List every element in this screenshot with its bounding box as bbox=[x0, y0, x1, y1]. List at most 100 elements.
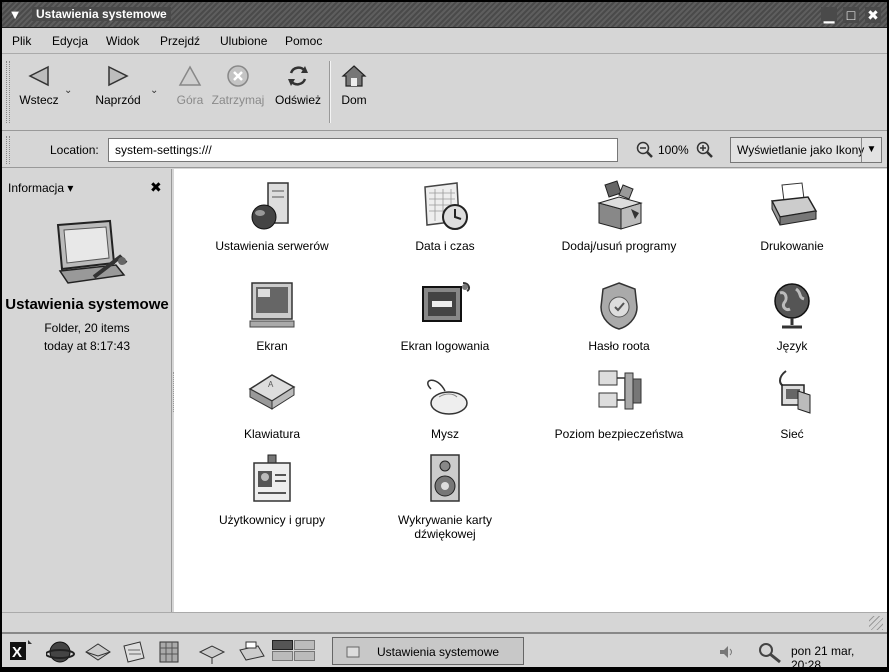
icon-item-server-settings[interactable]: Ustawienia serwerów bbox=[177, 179, 367, 253]
minimize-icon[interactable]: ▁ bbox=[821, 7, 837, 23]
view-mode-value: Wyświetlanie jako Ikony bbox=[737, 143, 865, 157]
svg-text:A: A bbox=[268, 380, 274, 389]
location-grip[interactable] bbox=[6, 136, 10, 164]
id-card-icon bbox=[253, 454, 291, 502]
security-level-icon bbox=[598, 370, 642, 410]
menu-view[interactable]: Widok bbox=[106, 34, 139, 48]
browser-launcher-icon[interactable] bbox=[46, 638, 76, 666]
printer-icon bbox=[770, 182, 818, 226]
forward-arrow-icon bbox=[108, 65, 129, 87]
location-label: Location: bbox=[50, 143, 99, 157]
icon-item-network[interactable]: Sieć bbox=[697, 367, 887, 441]
printer-launcher-icon[interactable] bbox=[236, 638, 266, 666]
reload-button[interactable]: Odśwież bbox=[272, 61, 324, 125]
impress-launcher-icon[interactable] bbox=[196, 638, 226, 666]
icon-item-users-groups[interactable]: Użytkownicy i grupy bbox=[177, 453, 367, 527]
mail-launcher-icon[interactable] bbox=[82, 638, 112, 666]
home-button[interactable]: Dom bbox=[336, 61, 372, 125]
icon-item-label: Poziom bezpieczeństwa bbox=[554, 427, 684, 441]
zoom-out-icon[interactable] bbox=[636, 141, 654, 159]
icon-item-add-remove-programs[interactable]: Dodaj/usuń programy bbox=[524, 179, 714, 253]
icon-item-date-time[interactable]: Data i czas bbox=[350, 179, 540, 253]
toolbar-separator bbox=[329, 61, 331, 123]
icon-item-label: Klawiatura bbox=[243, 427, 301, 441]
menu-edit[interactable]: Edycja bbox=[52, 34, 88, 48]
workspace-switcher[interactable] bbox=[272, 640, 316, 662]
menu-go[interactable]: Przejdź bbox=[160, 34, 200, 48]
title-bar[interactable]: ▼ Ustawienia systemowe ▁ □ ✖ bbox=[2, 2, 887, 28]
up-button[interactable]: Góra bbox=[172, 61, 208, 125]
workspace-4[interactable] bbox=[294, 651, 315, 661]
back-history-chevron-icon[interactable]: ⌄ bbox=[64, 85, 72, 96]
icon-item-label: Dodaj/usuń programy bbox=[561, 239, 677, 253]
home-icon bbox=[341, 65, 367, 87]
taskbar-window-button[interactable]: Ustawienia systemowe bbox=[332, 637, 524, 665]
clock[interactable]: pon 21 mar, 20:28 bbox=[791, 644, 887, 672]
icon-item-label: Język bbox=[776, 339, 808, 353]
server-icon bbox=[251, 182, 289, 230]
chevron-down-icon: ▼ bbox=[861, 138, 881, 162]
network-tray-icon[interactable] bbox=[756, 640, 784, 664]
network-plug-icon bbox=[779, 370, 811, 414]
back-arrow-icon bbox=[28, 65, 49, 87]
icon-item-sound-card-detection[interactable]: Wykrywanie karty dźwiękowej bbox=[350, 453, 540, 541]
forward-button[interactable]: Naprzód bbox=[90, 61, 146, 125]
icon-item-label: Data i czas bbox=[415, 239, 475, 253]
stop-label: Zatrzymaj bbox=[211, 93, 265, 107]
icon-item-label-line2: dźwiękowej bbox=[414, 527, 476, 541]
window-title: Ustawienia systemowe bbox=[32, 7, 171, 21]
icon-view: Ustawienia serwerów Data i czas Dodaj/us… bbox=[174, 169, 887, 612]
window-menu-icon[interactable]: ▼ bbox=[6, 6, 24, 24]
icon-item-display[interactable]: Ekran bbox=[177, 279, 367, 353]
location-bar: Location: system-settings:/// 100% Wyświ… bbox=[2, 132, 887, 168]
sidebar-title: Ustawienia systemowe bbox=[5, 296, 169, 313]
resize-grip[interactable] bbox=[869, 616, 883, 630]
taskbar-window-label: Ustawienia systemowe bbox=[377, 645, 500, 659]
stop-button[interactable]: Zatrzymaj bbox=[209, 61, 267, 125]
writer-launcher-icon[interactable] bbox=[118, 638, 148, 666]
reload-label: Odśwież bbox=[274, 93, 321, 107]
toolbar-grip[interactable] bbox=[6, 61, 10, 123]
back-button[interactable]: Wstecz bbox=[16, 61, 62, 125]
zoom-in-icon[interactable] bbox=[696, 141, 714, 159]
start-menu-icon[interactable]: X bbox=[8, 638, 34, 664]
icon-item-language[interactable]: Język bbox=[697, 279, 887, 353]
maximize-icon[interactable]: □ bbox=[843, 7, 859, 23]
home-label: Dom bbox=[341, 93, 367, 107]
icon-item-printing[interactable]: Drukowanie bbox=[697, 179, 887, 253]
reload-icon bbox=[288, 66, 308, 86]
icon-item-label: Wykrywanie karty bbox=[398, 513, 492, 527]
icon-item-label: Ustawienia serwerów bbox=[215, 239, 329, 253]
toolbar: Wstecz ⌄ Naprzód ⌄ Góra Zatrzymaj Odświe… bbox=[2, 55, 887, 131]
sidebar-selector[interactable]: Informacja ▾ bbox=[8, 181, 73, 195]
workspace-3[interactable] bbox=[272, 651, 293, 661]
icon-item-security-level[interactable]: Poziom bezpieczeństwa bbox=[524, 367, 714, 441]
icon-item-keyboard[interactable]: A Klawiatura bbox=[177, 367, 367, 441]
icon-item-mouse[interactable]: Mysz bbox=[350, 367, 540, 441]
package-icon bbox=[597, 180, 643, 230]
forward-label: Naprzód bbox=[95, 93, 141, 107]
forward-history-chevron-icon[interactable]: ⌄ bbox=[150, 85, 158, 96]
view-mode-select[interactable]: Wyświetlanie jako Ikony ▼ bbox=[730, 137, 882, 163]
close-icon[interactable]: ✖ bbox=[865, 7, 881, 23]
icon-item-login-screen[interactable]: Ekran logowania bbox=[350, 279, 540, 353]
sidebar-close-icon[interactable]: ✖ bbox=[150, 179, 162, 196]
up-arrow-icon bbox=[178, 65, 202, 86]
computer-folder-icon bbox=[56, 219, 128, 284]
calc-launcher-icon[interactable] bbox=[154, 638, 184, 666]
menu-file[interactable]: Plik bbox=[12, 34, 31, 48]
icon-item-root-password[interactable]: Hasło roota bbox=[524, 279, 714, 353]
icon-item-label: Ekran bbox=[256, 339, 288, 353]
icon-item-label: Użytkownicy i grupy bbox=[218, 513, 326, 527]
zoom-level[interactable]: 100% bbox=[658, 143, 689, 157]
menu-help[interactable]: Pomoc bbox=[285, 34, 322, 48]
monitor-icon bbox=[249, 282, 295, 328]
volume-icon[interactable] bbox=[718, 644, 736, 660]
workspace-2[interactable] bbox=[294, 640, 315, 650]
sidebar: Informacja ▾ ✖ Ustawienia systemowe Fold… bbox=[2, 169, 172, 612]
location-input[interactable]: system-settings:/// bbox=[108, 138, 618, 162]
calendar-clock-icon bbox=[424, 182, 468, 230]
taskbar-panel: X Ustawienia systemowe pon 21 mar, 20:28 bbox=[2, 632, 887, 672]
workspace-1[interactable] bbox=[272, 640, 293, 650]
menu-bookmarks[interactable]: Ulubione bbox=[220, 34, 267, 48]
